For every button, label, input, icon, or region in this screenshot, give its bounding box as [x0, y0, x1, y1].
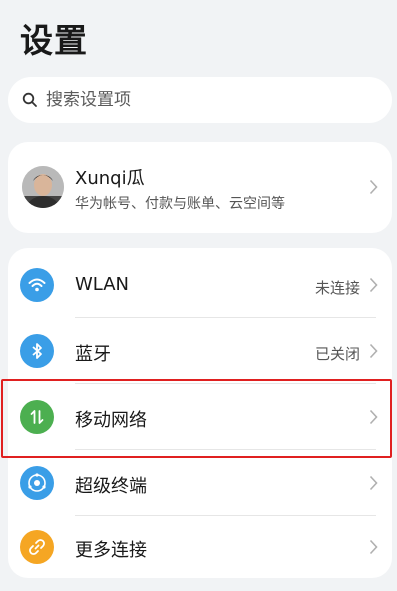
avatar	[22, 166, 64, 208]
super-device-icon	[20, 466, 54, 500]
search-icon	[22, 92, 38, 108]
chevron-right-icon	[369, 343, 378, 363]
settings-item-wlan[interactable]: WLAN 未连接	[8, 252, 392, 318]
chevron-right-icon	[369, 539, 378, 559]
chevron-right-icon	[369, 179, 378, 199]
settings-item-mobile-network[interactable]: 移动网络	[8, 384, 392, 450]
bluetooth-icon	[20, 334, 54, 368]
chevron-right-icon	[369, 277, 378, 297]
settings-item-super-device[interactable]: 超级终端	[8, 450, 392, 516]
connections-card: WLAN 未连接 蓝牙 已关闭 移动网络 超级终端 更多连接	[8, 248, 392, 578]
status-text: 未连接	[314, 279, 360, 297]
wifi-icon	[20, 268, 54, 302]
search-bar[interactable]	[8, 77, 392, 123]
chevron-right-icon	[369, 409, 378, 429]
chevron-right-icon	[369, 475, 378, 495]
account-name: Xunqi瓜	[75, 168, 145, 189]
link-icon	[20, 530, 54, 564]
settings-item-label: WLAN	[75, 274, 130, 295]
settings-item-label: 蓝牙	[75, 344, 111, 365]
settings-item-label: 移动网络	[75, 410, 147, 431]
page-title: 设置	[20, 21, 88, 60]
settings-item-bluetooth[interactable]: 蓝牙 已关闭	[8, 318, 392, 384]
settings-item-more-connections[interactable]: 更多连接	[8, 514, 392, 580]
settings-item-label: 超级终端	[75, 476, 147, 497]
settings-item-label: 更多连接	[75, 540, 147, 561]
status-text: 已关闭	[314, 345, 360, 363]
search-input[interactable]	[46, 90, 366, 110]
account-subtitle: 华为帐号、付款与账单、云空间等	[75, 196, 285, 212]
mobile-data-icon	[20, 400, 54, 434]
account-card[interactable]: Xunqi瓜 华为帐号、付款与账单、云空间等	[8, 142, 392, 233]
